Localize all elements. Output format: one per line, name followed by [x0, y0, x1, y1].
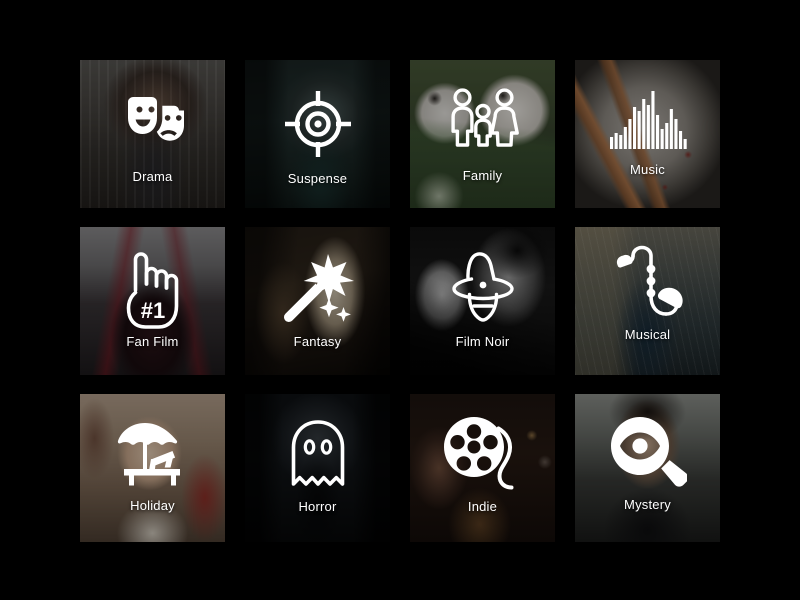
genre-label: Horror: [298, 499, 337, 514]
genre-label: Suspense: [287, 171, 348, 186]
genre-label: Fantasy: [293, 334, 342, 349]
genre-tile-holiday[interactable]: Holiday: [80, 394, 225, 542]
genre-tile-film-noir[interactable]: Film Noir: [410, 227, 555, 375]
genre-grid: Drama Suspense Family Music #1 Fan Film …: [80, 60, 720, 542]
genre-tile-drama[interactable]: Drama: [80, 60, 225, 208]
svg-text:#1: #1: [140, 298, 164, 323]
genre-tile-mystery[interactable]: Mystery: [575, 394, 720, 542]
fedora-detective-icon: [441, 250, 525, 328]
foam-finger-icon: #1: [120, 250, 186, 330]
film-reel-icon: [441, 415, 525, 495]
genre-tile-music[interactable]: Music: [575, 60, 720, 208]
theater-masks-icon: [117, 88, 189, 150]
beach-umbrella-chair-icon: [111, 417, 195, 491]
family-group-icon: [444, 87, 522, 149]
genre-tile-suspense[interactable]: Suspense: [245, 60, 390, 208]
saxophone-icon: [607, 243, 689, 329]
genre-tile-horror[interactable]: Horror: [245, 394, 390, 542]
genre-label: Indie: [467, 499, 498, 514]
genre-tile-fan-film[interactable]: #1 Fan Film: [80, 227, 225, 375]
genre-tile-fantasy[interactable]: Fantasy: [245, 227, 390, 375]
genre-tile-family[interactable]: Family: [410, 60, 555, 208]
equalizer-bars-icon: [608, 85, 688, 149]
magnifying-glass-eye-icon: [609, 415, 687, 495]
genre-tile-musical[interactable]: Musical: [575, 227, 720, 375]
genre-label: Drama: [132, 169, 173, 184]
genre-label: Film Noir: [455, 334, 510, 349]
genre-tile-indie[interactable]: Indie: [410, 394, 555, 542]
genre-label: Mystery: [624, 497, 671, 512]
genre-label: Holiday: [130, 498, 175, 513]
ghost-icon: [285, 418, 351, 492]
genre-label: Musical: [624, 327, 671, 342]
genre-label: Fan Film: [126, 334, 179, 349]
genre-label: Music: [630, 162, 665, 177]
genre-label: Family: [462, 168, 503, 183]
crosshair-target-icon: [284, 90, 352, 158]
magic-wand-sparkles-icon: [279, 250, 357, 328]
